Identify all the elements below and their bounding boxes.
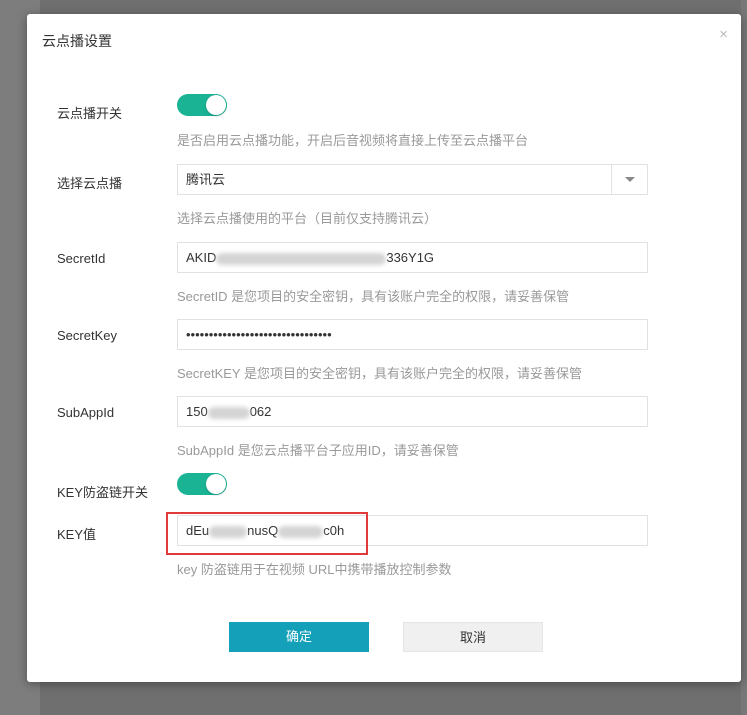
sub-app-id-label: SubAppId — [57, 405, 115, 420]
close-icon[interactable]: × — [719, 27, 728, 42]
cancel-button[interactable]: 取消 — [403, 622, 543, 652]
vod-switch-hint: 是否启用云点播功能，开启后音视频将直接上传至云点播平台 — [177, 133, 529, 148]
vod-switch-label: 云点播开关 — [57, 106, 123, 121]
key-switch-label: KEY防盗链开关 — [57, 485, 149, 500]
sub-app-id-input[interactable]: 150 062 — [177, 396, 648, 427]
secret-id-hint: SecretID 是您项目的安全密钥，具有该账户完全的权限，请妥善保管 — [177, 289, 570, 304]
key-value-hint: key 防盗链用于在视频 URL中携带播放控制参数 — [177, 562, 452, 577]
redacted-mask — [207, 406, 250, 419]
secret-key-input[interactable]: •••••••••••••••••••••••••••••••• — [177, 319, 648, 350]
platform-selected-value: 腾讯云 — [186, 172, 226, 187]
toggle-knob — [206, 474, 226, 494]
secret-id-label: SecretId — [57, 251, 106, 266]
vod-settings-dialog: 云点播设置 × 云点播开关 是否启用云点播功能，开启后音视频将直接上传至云点播平… — [27, 14, 741, 682]
key-value-label: KEY值 — [57, 527, 97, 542]
annotation-highlight-box — [166, 512, 368, 555]
dialog-title: 云点播设置 — [42, 33, 112, 49]
background-panel — [741, 0, 747, 715]
secret-id-value-start: AKID — [186, 250, 217, 265]
platform-select[interactable]: 腾讯云 — [177, 164, 648, 195]
redacted-mask — [216, 252, 387, 265]
sub-app-id-hint: SubAppId 是您云点播平台子应用ID，请妥善保管 — [177, 443, 459, 458]
key-switch-toggle[interactable] — [177, 473, 227, 495]
confirm-button[interactable]: 确定 — [229, 622, 369, 652]
sub-app-id-value-start: 150 — [186, 404, 208, 419]
secret-id-input[interactable]: AKID 336Y1G — [177, 242, 648, 273]
platform-hint: 选择云点播使用的平台（目前仅支持腾讯云） — [177, 211, 438, 226]
platform-label: 选择云点播 — [57, 176, 123, 191]
sub-app-id-value-end: 062 — [249, 404, 272, 419]
vod-switch-toggle[interactable] — [177, 94, 227, 116]
secret-id-value-end: 336Y1G — [386, 250, 435, 265]
secret-key-hint: SecretKEY 是您项目的安全密钥，具有该账户完全的权限，请妥善保管 — [177, 366, 582, 381]
select-dropdown-button[interactable] — [611, 165, 647, 194]
chevron-down-icon — [625, 177, 635, 182]
secret-key-label: SecretKey — [57, 328, 117, 343]
toggle-knob — [206, 95, 226, 115]
